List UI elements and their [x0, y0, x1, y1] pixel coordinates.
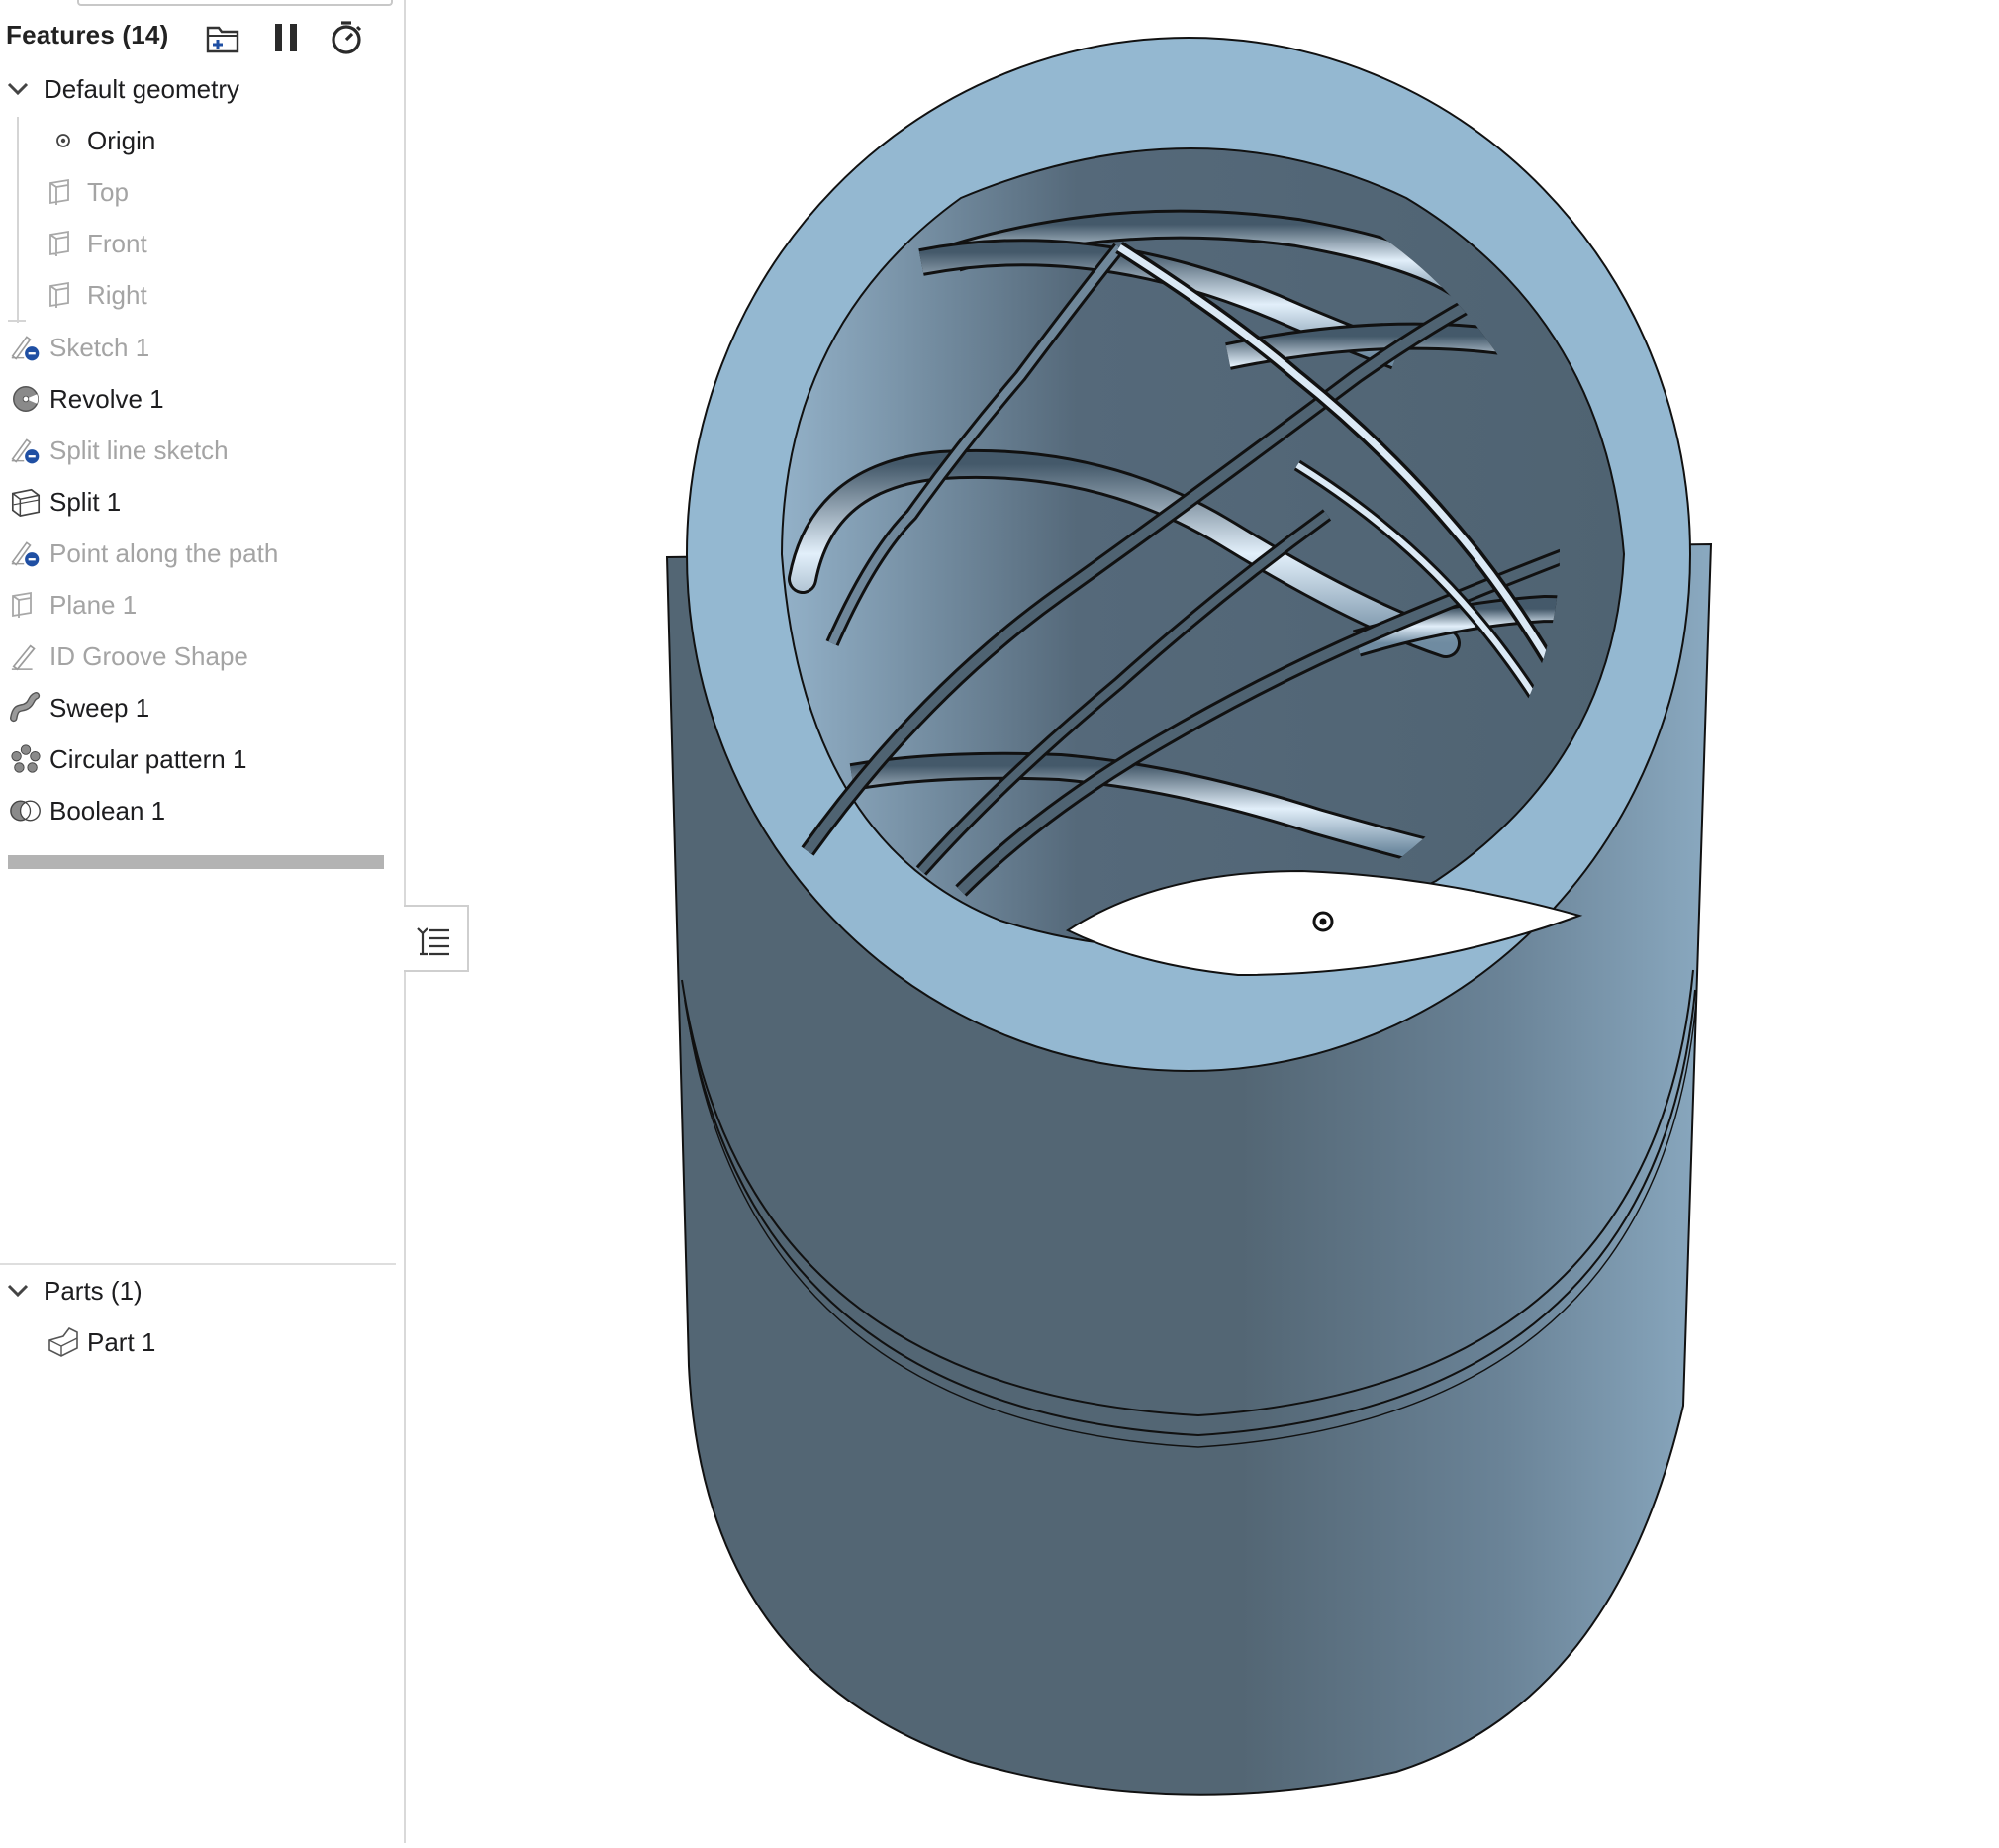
- sketch-hidden-icon: [10, 332, 42, 363]
- graphics-viewport[interactable]: [407, 0, 1999, 1843]
- feature-list-header: Features (14): [0, 14, 396, 57]
- rollback-bar[interactable]: [8, 855, 384, 869]
- circular-pattern-icon: [10, 743, 42, 775]
- chevron-down-icon[interactable]: [4, 1277, 32, 1305]
- parts-group-label: Parts (1): [44, 1275, 143, 1306]
- sketch-hidden-icon: [10, 537, 42, 569]
- tree-item-right[interactable]: Right: [0, 273, 396, 317]
- origin-icon: [48, 125, 79, 156]
- toolbar-edge: [77, 0, 393, 6]
- chevron-down-icon[interactable]: [4, 75, 32, 103]
- feature-label: Split line sketch: [49, 435, 229, 465]
- feature-id-groove-shape[interactable]: ID Groove Shape: [0, 634, 396, 678]
- tree-guide-tick: [8, 320, 26, 322]
- feature-label: Circular pattern 1: [49, 743, 247, 774]
- pause-icon[interactable]: [267, 18, 307, 57]
- feature-point-along-the-path[interactable]: Point along the path: [0, 532, 396, 575]
- feature-split-line-sketch[interactable]: Split line sketch: [0, 429, 396, 472]
- part-label: Part 1: [87, 1326, 156, 1357]
- tree-item-label: Right: [87, 279, 147, 310]
- add-folder-icon[interactable]: [204, 18, 243, 57]
- tree-item-label: Front: [87, 228, 147, 258]
- feature-sketch-1[interactable]: Sketch 1: [0, 326, 396, 369]
- feature-list-title: Features (14): [6, 20, 169, 49]
- feature-plane-1[interactable]: Plane 1: [0, 583, 396, 627]
- feature-label: ID Groove Shape: [49, 640, 248, 671]
- tree-group-label: Default geometry: [44, 73, 239, 104]
- part-item-part-1[interactable]: Part 1: [0, 1320, 396, 1364]
- tree-item-top[interactable]: Top: [0, 170, 396, 214]
- boolean-icon: [10, 795, 42, 827]
- feature-label: Sketch 1: [49, 332, 150, 362]
- feature-boolean-1[interactable]: Boolean 1: [0, 789, 396, 832]
- tree-item-label: Top: [87, 176, 129, 207]
- part-icon: [48, 1326, 79, 1358]
- feature-sweep-1[interactable]: Sweep 1: [0, 686, 396, 729]
- sweep-icon: [10, 692, 42, 724]
- part-bushing-3d-model[interactable]: [407, 0, 1999, 1843]
- split-icon: [10, 486, 42, 518]
- feature-label: Point along the path: [49, 537, 279, 568]
- feature-label: Sweep 1: [49, 692, 150, 723]
- tree-item-label: Origin: [87, 125, 156, 155]
- feature-label: Boolean 1: [49, 795, 166, 826]
- feature-label: Revolve 1: [49, 383, 164, 414]
- feature-circular-pattern-1[interactable]: Circular pattern 1: [0, 737, 396, 781]
- plane-icon: [10, 589, 42, 621]
- plane-icon: [48, 228, 79, 259]
- timer-icon[interactable]: [327, 18, 366, 57]
- feature-label: Split 1: [49, 486, 122, 517]
- tree-item-origin[interactable]: Origin: [0, 119, 396, 162]
- feature-split-1[interactable]: Split 1: [0, 480, 396, 524]
- plane-icon: [48, 176, 79, 208]
- feature-revolve-1[interactable]: Revolve 1: [0, 377, 396, 421]
- sketch-hidden-icon: [10, 435, 42, 466]
- tree-group-parts[interactable]: Parts (1): [0, 1269, 396, 1313]
- feature-list-panel: Features (14) Default geometry Origin To…: [0, 0, 406, 1843]
- tree-group-default-geometry[interactable]: Default geometry: [0, 67, 396, 111]
- parts-separator: [0, 1263, 396, 1265]
- tree-item-front[interactable]: Front: [0, 222, 396, 265]
- revolve-icon: [10, 383, 42, 415]
- plane-icon: [48, 279, 79, 311]
- sketch-icon: [10, 640, 42, 672]
- feature-label: Plane 1: [49, 589, 138, 620]
- origin-marker[interactable]: [1312, 911, 1334, 932]
